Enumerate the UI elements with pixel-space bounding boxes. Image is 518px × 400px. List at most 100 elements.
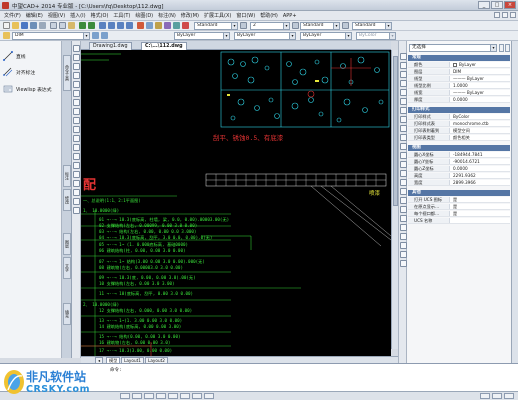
- trim-icon[interactable]: [400, 134, 407, 141]
- doc-restore-button[interactable]: [502, 12, 508, 18]
- palette-tab-hatch[interactable]: 填充: [63, 303, 71, 325]
- menu-insert[interactable]: 插入(I): [70, 12, 85, 19]
- osnap-toggle[interactable]: [168, 393, 178, 399]
- property-value[interactable]: [450, 218, 510, 223]
- edit-hatch-icon[interactable]: [400, 260, 407, 267]
- property-row[interactable]: 图层 DIM: [408, 69, 510, 75]
- menu-modify[interactable]: 修改(M): [181, 12, 199, 19]
- palette-tab-text[interactable]: 文字: [63, 257, 71, 279]
- tool-item-viewlisp[interactable]: Viewlisp 表达式: [3, 84, 59, 94]
- maximize-button[interactable]: □: [491, 1, 503, 9]
- pan-icon[interactable]: [99, 22, 106, 29]
- undo-icon[interactable]: [79, 22, 86, 29]
- grid-toggle[interactable]: [132, 393, 142, 399]
- break-icon[interactable]: [400, 152, 407, 159]
- tool-item-aligned-dimension[interactable]: 对齐标注: [3, 67, 59, 77]
- settings-icon[interactable]: [504, 393, 514, 399]
- property-row[interactable]: 高度 2291.9362: [408, 173, 510, 179]
- mirror-icon[interactable]: [400, 71, 407, 78]
- property-row[interactable]: 打印表类型 颜色相关: [408, 135, 510, 141]
- rotate-icon[interactable]: [400, 107, 407, 114]
- property-row[interactable]: 打印表附着到 模型空间: [408, 128, 510, 134]
- close-button[interactable]: ×: [504, 1, 516, 9]
- toggle-pickadd-icon[interactable]: [499, 44, 504, 52]
- construction-line-icon[interactable]: [73, 54, 80, 61]
- property-row[interactable]: 颜色 ByLayer: [408, 62, 510, 68]
- open-folder-icon[interactable]: [12, 22, 19, 29]
- edit-text-icon[interactable]: [400, 251, 407, 258]
- selection-select[interactable]: 无选择 ▾: [409, 44, 497, 52]
- make-block-icon[interactable]: [73, 153, 80, 160]
- lineweight-toggle[interactable]: [192, 393, 202, 399]
- otrack-toggle[interactable]: [180, 393, 190, 399]
- measure-icon[interactable]: [400, 233, 407, 240]
- property-value[interactable]: -184944.7841: [450, 152, 510, 157]
- multiline-text-icon[interactable]: [73, 207, 80, 214]
- properties-section-header[interactable]: 其他: [408, 190, 510, 196]
- workspace-icon[interactable]: [492, 393, 502, 399]
- property-value[interactable]: ByColor: [450, 114, 510, 119]
- menu-express-tools[interactable]: 扩展工具(X): [204, 12, 231, 19]
- property-value[interactable]: DIM: [450, 69, 510, 74]
- palette-tab-modify[interactable]: 修改: [63, 189, 71, 211]
- layer-previous-icon[interactable]: [101, 32, 108, 39]
- help-icon[interactable]: [182, 22, 189, 29]
- snap-toggle[interactable]: [120, 393, 130, 399]
- design-center-icon[interactable]: [146, 22, 153, 29]
- property-row[interactable]: 打印样式 ByColor: [408, 114, 510, 120]
- property-row[interactable]: 每个视口都… 是: [408, 211, 510, 217]
- menu-help[interactable]: 帮助(H): [260, 12, 278, 19]
- redo-icon[interactable]: [88, 22, 95, 29]
- property-row[interactable]: 在原点显示… 是: [408, 204, 510, 210]
- property-row[interactable]: 线型 ——— ByLayer: [408, 76, 510, 82]
- print-preview-icon[interactable]: [39, 22, 46, 29]
- doc-close-button[interactable]: [510, 12, 516, 18]
- copy-icon[interactable]: [59, 22, 66, 29]
- properties-section-header[interactable]: 打印样式: [408, 107, 510, 113]
- array-icon[interactable]: [400, 89, 407, 96]
- tab-drawing1[interactable]: Drawing1.dwg: [89, 42, 132, 50]
- property-row[interactable]: 线宽 ——— ByLayer: [408, 90, 510, 96]
- property-value[interactable]: 2291.9362: [450, 173, 510, 178]
- property-value[interactable]: monochrome.ctb: [450, 121, 510, 126]
- menu-tools[interactable]: 工具(T): [113, 12, 130, 19]
- menu-view[interactable]: 视图(V): [48, 12, 65, 19]
- doc-minimize-button[interactable]: [494, 12, 500, 18]
- revision-cloud-icon[interactable]: [73, 108, 80, 115]
- move-icon[interactable]: [400, 98, 407, 105]
- stretch-icon[interactable]: [400, 125, 407, 132]
- print-icon[interactable]: [30, 22, 37, 29]
- ortho-toggle[interactable]: [144, 393, 154, 399]
- dim-style-manager-icon[interactable]: [240, 22, 247, 29]
- menu-file[interactable]: 文件(F): [4, 12, 21, 19]
- lineweight-select[interactable]: ByLayer ▾: [300, 32, 352, 40]
- color-select[interactable]: ByLayer ▾: [174, 32, 230, 40]
- spline-icon[interactable]: [73, 117, 80, 124]
- palette-tab-commands[interactable]: 命令工具: [63, 55, 71, 91]
- zoom-window-icon[interactable]: [117, 22, 124, 29]
- property-row[interactable]: 厚度 0.0000: [408, 97, 510, 103]
- line-icon[interactable]: [73, 45, 80, 52]
- properties-section-header[interactable]: 视图: [408, 145, 510, 151]
- menu-edit[interactable]: 编辑(E): [26, 12, 43, 19]
- ellipse-icon[interactable]: [73, 126, 80, 133]
- annotation-scale-select[interactable]: 2 ▾: [250, 22, 290, 30]
- property-value[interactable]: 模型空间: [450, 128, 510, 133]
- paste-icon[interactable]: [68, 22, 75, 29]
- region-icon[interactable]: [73, 189, 80, 196]
- erase-icon[interactable]: [400, 53, 407, 60]
- matchprop-icon[interactable]: [400, 197, 407, 204]
- make-current-layer-icon[interactable]: [92, 32, 99, 39]
- table-style-manager-icon[interactable]: [342, 22, 349, 29]
- properties-section-header[interactable]: 常规: [408, 55, 510, 61]
- new-file-icon[interactable]: [3, 22, 10, 29]
- arc-icon[interactable]: [73, 90, 80, 97]
- explode-icon[interactable]: [400, 188, 407, 195]
- ellipse-arc-icon[interactable]: [73, 135, 80, 142]
- menu-app-plus[interactable]: APP+: [283, 13, 297, 19]
- gradient-icon[interactable]: [73, 180, 80, 187]
- properties-scrollbar[interactable]: [511, 41, 518, 363]
- palette-tab-dimension[interactable]: 标注: [63, 165, 71, 187]
- polygon-icon[interactable]: [73, 72, 80, 79]
- property-row[interactable]: 圆心Y坐标 -90014.6721: [408, 159, 510, 165]
